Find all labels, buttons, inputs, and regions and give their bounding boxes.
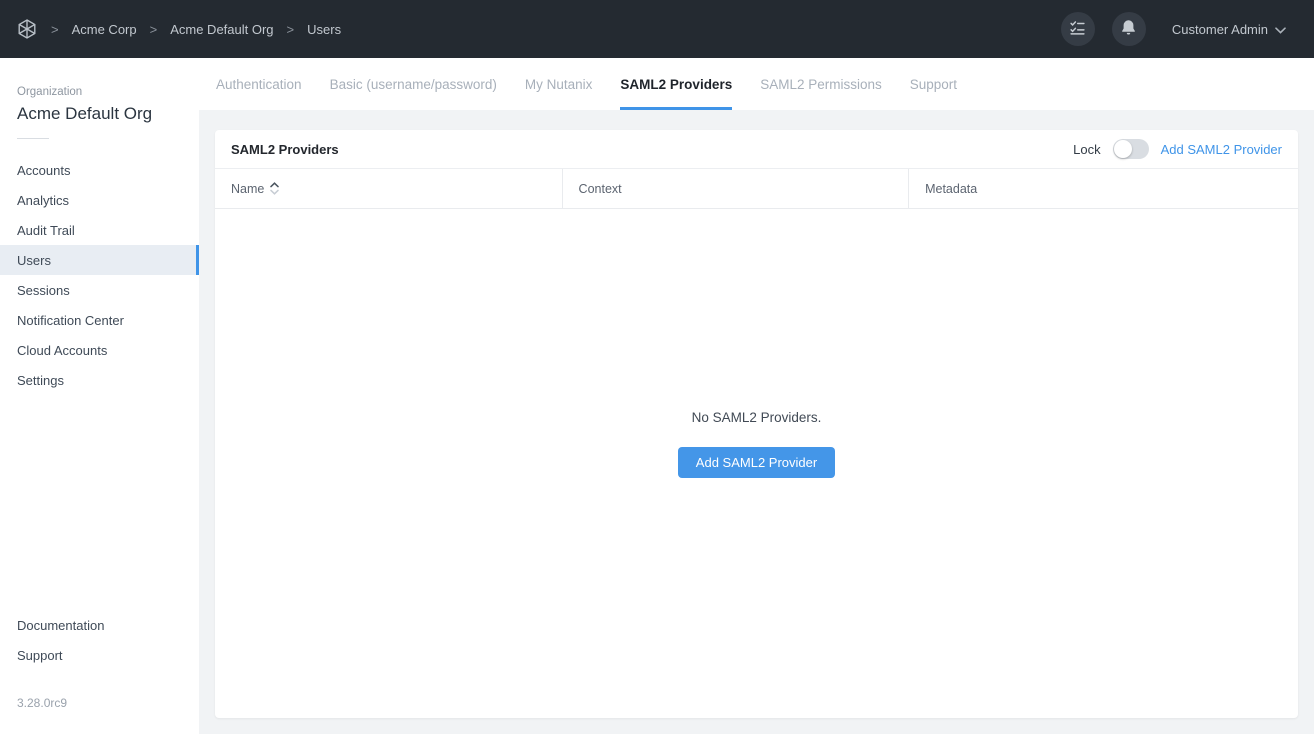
sidebar-footer: Documentation Support xyxy=(0,610,199,670)
user-menu-label: Customer Admin xyxy=(1172,22,1268,37)
sidebar-item-label: Support xyxy=(17,648,63,663)
column-header-name[interactable]: Name xyxy=(215,169,562,208)
sidebar-item-label: Analytics xyxy=(17,193,69,208)
breadcrumb: > Acme Corp > Acme Default Org > Users xyxy=(16,18,341,40)
sidebar-item-audit-trail[interactable]: Audit Trail xyxy=(0,215,199,245)
breadcrumb-item-acme-default-org[interactable]: Acme Default Org xyxy=(170,22,273,37)
content-area: Authentication Basic (username/password)… xyxy=(199,58,1314,734)
tab-authentication[interactable]: Authentication xyxy=(216,58,302,110)
tab-bar: Authentication Basic (username/password)… xyxy=(199,58,1314,110)
table-header-row: Name Context Metadata xyxy=(215,169,1298,209)
tab-basic[interactable]: Basic (username/password) xyxy=(330,58,497,110)
empty-state: No SAML2 Providers. Add SAML2 Provider xyxy=(215,209,1298,718)
chevron-down-icon xyxy=(1275,22,1286,37)
sidebar-item-label: Notification Center xyxy=(17,313,124,328)
tab-label: SAML2 Permissions xyxy=(760,77,882,92)
breadcrumb-separator: > xyxy=(51,22,59,37)
sidebar-item-label: Settings xyxy=(17,373,64,388)
sidebar-item-cloud-accounts[interactable]: Cloud Accounts xyxy=(0,335,199,365)
sidebar-item-label: Sessions xyxy=(17,283,70,298)
lock-label: Lock xyxy=(1073,142,1100,157)
empty-state-text: No SAML2 Providers. xyxy=(692,410,822,425)
column-header-context: Context xyxy=(562,169,909,208)
tab-label: Basic (username/password) xyxy=(330,77,497,92)
sidebar-nav: Accounts Analytics Audit Trail Users Ses… xyxy=(0,155,199,395)
tab-support[interactable]: Support xyxy=(910,58,957,110)
topbar-actions: Customer Admin xyxy=(1044,12,1286,46)
tab-label: My Nutanix xyxy=(525,77,593,92)
sidebar-item-users[interactable]: Users xyxy=(0,245,199,275)
sidebar-item-sessions[interactable]: Sessions xyxy=(0,275,199,305)
version-label: 3.28.0rc9 xyxy=(0,696,199,734)
saml2-providers-panel: SAML2 Providers Lock Add SAML2 Provider … xyxy=(215,130,1298,718)
tab-saml2-permissions[interactable]: SAML2 Permissions xyxy=(760,58,882,110)
panel-header: SAML2 Providers Lock Add SAML2 Provider xyxy=(215,130,1298,169)
notifications-button[interactable] xyxy=(1112,12,1146,46)
lock-toggle[interactable] xyxy=(1113,139,1149,159)
sidebar-item-label: Users xyxy=(17,253,51,268)
sidebar-item-support[interactable]: Support xyxy=(0,640,199,670)
breadcrumb-separator: > xyxy=(150,22,158,37)
column-label: Context xyxy=(579,182,622,196)
add-saml2-provider-link[interactable]: Add SAML2 Provider xyxy=(1161,142,1282,157)
sidebar-item-settings[interactable]: Settings xyxy=(0,365,199,395)
toggle-knob xyxy=(1114,140,1132,158)
sidebar-item-label: Documentation xyxy=(17,618,104,633)
tab-my-nutanix[interactable]: My Nutanix xyxy=(525,58,593,110)
sidebar-item-label: Audit Trail xyxy=(17,223,75,238)
breadcrumb-item-users[interactable]: Users xyxy=(307,22,341,37)
content-scroll: SAML2 Providers Lock Add SAML2 Provider … xyxy=(199,110,1314,734)
checklist-icon xyxy=(1069,19,1086,39)
breadcrumb-item-acme-corp[interactable]: Acme Corp xyxy=(72,22,137,37)
sidebar-item-accounts[interactable]: Accounts xyxy=(0,155,199,185)
tab-label: Authentication xyxy=(216,77,302,92)
sidebar: Organization Acme Default Org Accounts A… xyxy=(0,58,199,734)
column-label: Name xyxy=(231,182,264,196)
breadcrumb-separator: > xyxy=(287,22,295,37)
sidebar-item-analytics[interactable]: Analytics xyxy=(0,185,199,215)
sidebar-item-label: Accounts xyxy=(17,163,70,178)
column-header-metadata: Metadata xyxy=(908,169,1298,208)
sidebar-item-label: Cloud Accounts xyxy=(17,343,107,358)
add-saml2-provider-button[interactable]: Add SAML2 Provider xyxy=(678,447,835,478)
sidebar-spacer xyxy=(0,395,199,610)
tab-saml2-providers[interactable]: SAML2 Providers xyxy=(620,58,732,110)
sidebar-item-documentation[interactable]: Documentation xyxy=(0,610,199,640)
panel-title: SAML2 Providers xyxy=(231,142,339,157)
topbar: > Acme Corp > Acme Default Org > Users xyxy=(0,0,1314,58)
sidebar-divider xyxy=(17,138,49,139)
app-body: Organization Acme Default Org Accounts A… xyxy=(0,58,1314,734)
app-logo-icon[interactable] xyxy=(16,18,38,40)
sidebar-item-notification-center[interactable]: Notification Center xyxy=(0,305,199,335)
panel-actions: Lock Add SAML2 Provider xyxy=(1073,139,1282,159)
column-label: Metadata xyxy=(925,182,977,196)
org-section-label: Organization xyxy=(0,86,199,98)
sort-icon xyxy=(270,182,279,195)
bell-icon xyxy=(1120,19,1137,39)
tab-label: SAML2 Providers xyxy=(620,77,732,92)
tasks-button[interactable] xyxy=(1061,12,1095,46)
tab-label: Support xyxy=(910,77,957,92)
user-menu[interactable]: Customer Admin xyxy=(1172,22,1286,37)
org-name: Acme Default Org xyxy=(0,104,199,124)
